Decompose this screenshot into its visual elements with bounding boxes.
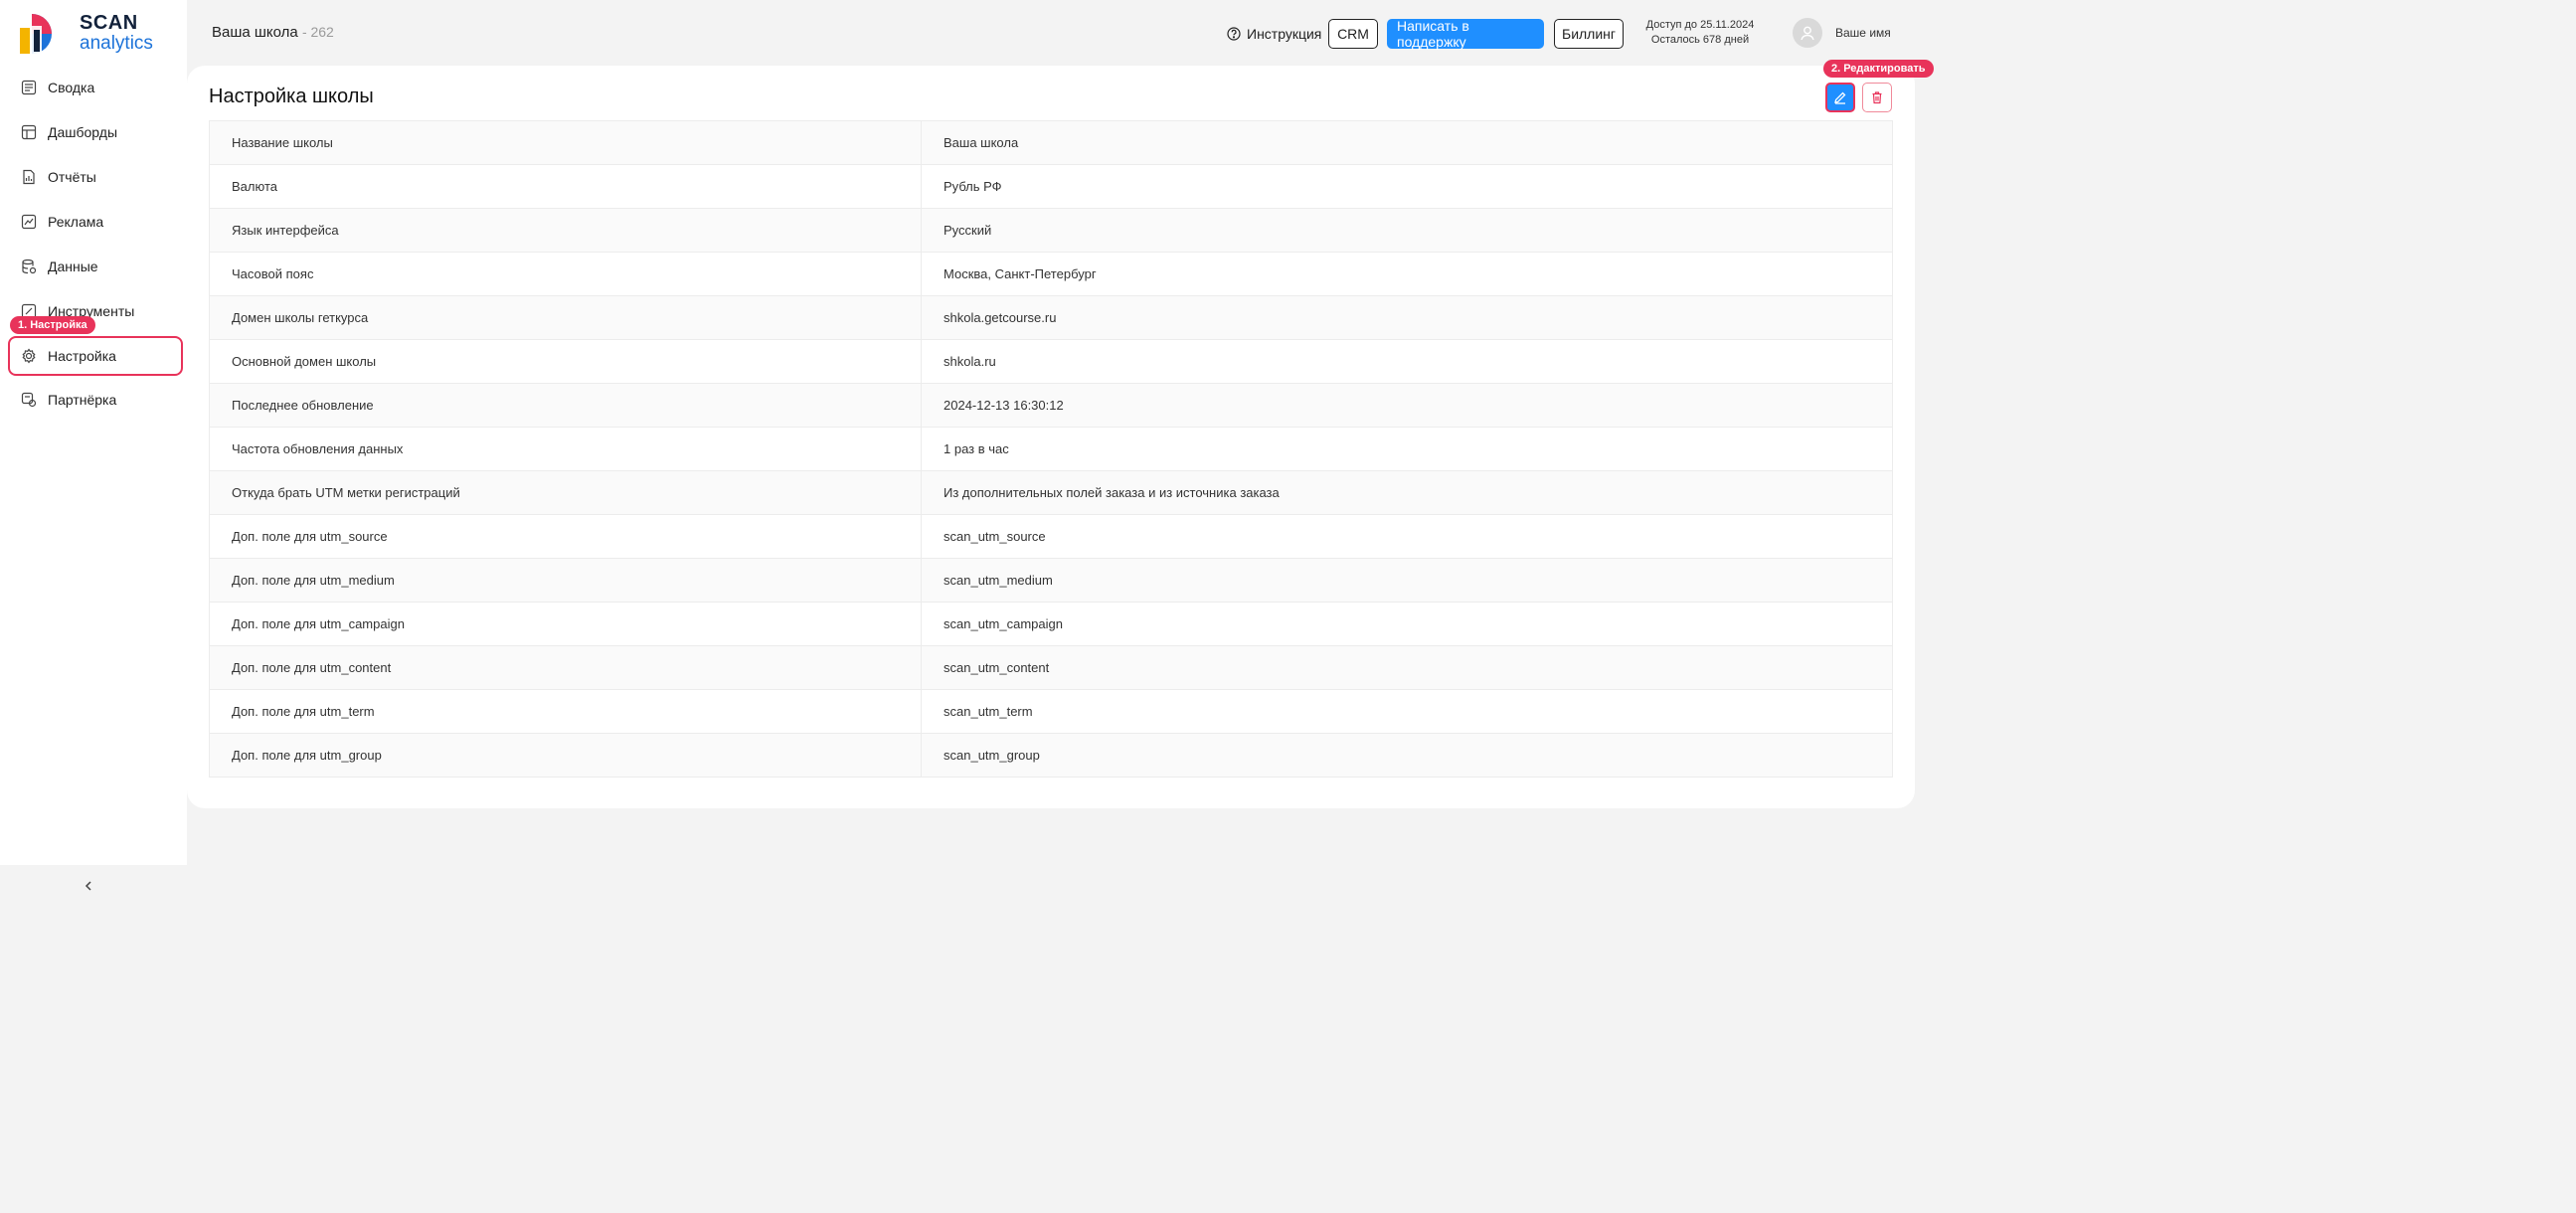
- sidebar-item-settings[interactable]: Настройка: [8, 336, 183, 376]
- table-row: Валюта Рубль РФ: [209, 165, 1893, 209]
- sidebar-item-label: Данные: [48, 259, 98, 274]
- table-row: Домен школы геткурса shkola.getcourse.ru: [209, 296, 1893, 340]
- sidebar-item-dashboards[interactable]: Дашборды: [8, 112, 183, 152]
- crm-button[interactable]: CRM: [1328, 19, 1378, 49]
- setting-key: Доп. поле для utm_content: [210, 646, 922, 689]
- setting-key: Доп. поле для utm_campaign: [210, 603, 922, 645]
- table-row: Доп. поле для utm_medium scan_utm_medium: [209, 559, 1893, 603]
- pencil-icon: [1834, 91, 1846, 104]
- page-title: Настройка школы: [209, 86, 374, 107]
- sidebar-item-label: Отчёты: [48, 169, 96, 185]
- setting-value: scan_utm_medium: [944, 573, 1053, 588]
- setting-key: Часовой пояс: [210, 253, 922, 295]
- sidebar-item-partners[interactable]: Партнёрка: [8, 380, 183, 420]
- sidebar-item-summary[interactable]: Сводка: [8, 68, 183, 107]
- setting-value: scan_utm_content: [944, 660, 1050, 675]
- gear-icon: [20, 347, 38, 365]
- summary-icon: [20, 79, 38, 96]
- access-info: Доступ до 25.11.2024 Осталось 678 дней: [1640, 18, 1760, 48]
- setting-key: Частота обновления данных: [210, 428, 922, 470]
- setting-key: Название школы: [210, 121, 922, 164]
- sidebar-item-label: Реклама: [48, 214, 104, 230]
- setting-key: Доп. поле для utm_group: [210, 734, 922, 777]
- setting-value: shkola.getcourse.ru: [944, 310, 1057, 325]
- access-until: Доступ до 25.11.2024: [1645, 19, 1755, 31]
- sidebar-item-reports[interactable]: Отчёты: [8, 157, 183, 197]
- setting-key: Домен школы геткурса: [210, 296, 922, 339]
- sidebar-item-label: Партнёрка: [48, 392, 117, 408]
- sidebar: SCAN analytics Сводка Дашборды Отчёты Ре…: [0, 0, 187, 891]
- table-row: Откуда брать UTM метки регистраций Из доп…: [209, 471, 1893, 515]
- dashboard-icon: [20, 123, 38, 141]
- sidebar-item-label: Сводка: [48, 80, 95, 95]
- support-button[interactable]: Написать в поддержку: [1387, 18, 1544, 50]
- setting-value: scan_utm_campaign: [944, 616, 1063, 631]
- setting-value: shkola.ru: [944, 354, 996, 369]
- chevron-left-icon: [85, 881, 91, 891]
- setting-value: Москва, Санкт-Петербург: [944, 266, 1097, 281]
- setting-value: 2024-12-13 16:30:12: [944, 398, 1064, 413]
- setting-value: Из дополнительных полей заказа и из исто…: [944, 485, 1280, 500]
- collapse-sidebar-button[interactable]: [78, 875, 99, 897]
- logo[interactable]: SCAN analytics: [18, 8, 157, 58]
- setting-key: Основной домен школы: [210, 340, 922, 383]
- avatar[interactable]: [1793, 18, 1822, 48]
- table-row: Часовой пояс Москва, Санкт-Петербург: [209, 253, 1893, 296]
- sidebar-item-ads[interactable]: Реклама: [8, 202, 183, 242]
- table-row: Последнее обновление 2024-12-13 16:30:12: [209, 384, 1893, 428]
- school-name: Ваша школа: [212, 24, 298, 41]
- table-row: Язык интерфейса Русский: [209, 209, 1893, 253]
- table-row: Доп. поле для utm_term scan_utm_term: [209, 690, 1893, 734]
- setting-value: Русский: [944, 223, 992, 238]
- school-selector[interactable]: Ваша школа - 262: [212, 24, 334, 41]
- setting-key: Последнее обновление: [210, 384, 922, 427]
- edit-hint-badge: 2. Редактировать: [1823, 60, 1934, 78]
- setting-key: Доп. поле для utm_source: [210, 515, 922, 558]
- setting-value: Ваша школа: [944, 135, 1019, 150]
- setting-value: scan_utm_term: [944, 704, 1033, 719]
- instruction-link[interactable]: Инструкция: [1227, 18, 1321, 50]
- setting-key: Откуда брать UTM метки регистраций: [210, 471, 922, 514]
- days-left: Осталось 678 дней: [1650, 34, 1750, 46]
- table-row: Название школы Ваша школа: [209, 121, 1893, 165]
- sidebar-item-data[interactable]: Данные: [8, 247, 183, 286]
- setting-key: Язык интерфейса: [210, 209, 922, 252]
- setting-value: 1 раз в час: [944, 441, 1009, 456]
- database-icon: [20, 258, 38, 275]
- school-count: - 262: [301, 24, 334, 40]
- table-row: Доп. поле для utm_content scan_utm_conten…: [209, 646, 1893, 690]
- instruction-label: Инструкция: [1247, 26, 1322, 42]
- question-circle-icon: [1227, 27, 1241, 41]
- table-row: Основной домен школы shkola.ru: [209, 340, 1893, 384]
- table-row: Доп. поле для utm_campaign scan_utm_campa…: [209, 603, 1893, 646]
- ads-icon: [20, 213, 38, 231]
- sidebar-item-label: Настройка: [48, 348, 116, 364]
- setting-key: Доп. поле для utm_medium: [210, 559, 922, 602]
- school-settings-card: Настройка школы 2. Редактировать Названи…: [187, 60, 1934, 808]
- username[interactable]: Ваше имя: [1835, 26, 1891, 40]
- table-row: Частота обновления данных 1 раз в час: [209, 428, 1893, 471]
- setting-value: scan_utm_source: [944, 529, 1046, 544]
- table-row: Доп. поле для utm_source scan_utm_source: [209, 515, 1893, 559]
- logo-text-scan: SCAN: [80, 12, 138, 34]
- trash-icon: [1872, 91, 1882, 104]
- delete-button[interactable]: [1862, 83, 1892, 112]
- report-icon: [20, 168, 38, 186]
- settings-hint-badge: 1. Настройка: [10, 316, 95, 334]
- partner-icon: [20, 391, 38, 409]
- sidebar-item-label: Дашборды: [48, 124, 117, 140]
- setting-key: Валюта: [210, 165, 922, 208]
- scan-logo-icon: [18, 8, 74, 58]
- table-row: Доп. поле для utm_group scan_utm_group: [209, 734, 1893, 778]
- setting-value: Рубль РФ: [944, 179, 1002, 194]
- settings-table: Название школы Ваша школа Валюта Рубль РФ …: [209, 120, 1893, 778]
- billing-button[interactable]: Биллинг: [1554, 19, 1624, 49]
- logo-text-analytics: analytics: [80, 33, 153, 54]
- edit-button[interactable]: [1825, 83, 1855, 112]
- setting-value: scan_utm_group: [944, 748, 1040, 763]
- user-icon: [1801, 26, 1814, 41]
- setting-key: Доп. поле для utm_term: [210, 690, 922, 733]
